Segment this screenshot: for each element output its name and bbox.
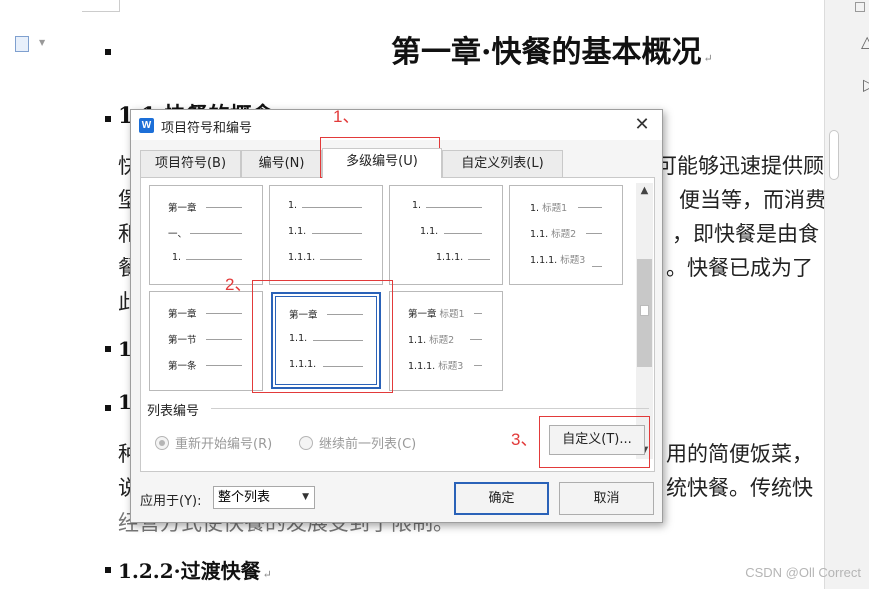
level-label: 1. 标题1 bbox=[530, 203, 568, 214]
level-label: 第一章 bbox=[168, 203, 197, 214]
wps-app-icon: W bbox=[139, 118, 154, 133]
level-line bbox=[578, 207, 602, 208]
apply-to-label: 应用于(Y): bbox=[140, 494, 202, 509]
level-label: 1. bbox=[172, 252, 182, 263]
annotation-box-style bbox=[252, 280, 393, 393]
para1-right-line: ，即快餐是由食 bbox=[672, 222, 819, 246]
level-label: 1.1.1. 标题3 bbox=[408, 361, 464, 372]
level-line bbox=[470, 339, 482, 340]
doc-outline-dropdown-icon[interactable]: ▼ bbox=[39, 38, 45, 47]
level-label: 1. bbox=[412, 200, 422, 211]
document-scrollbar-thumb[interactable] bbox=[829, 130, 839, 180]
bullet bbox=[105, 49, 111, 55]
level-line bbox=[592, 266, 602, 267]
level-label: 1.1. bbox=[420, 226, 439, 237]
level-label: 1.1. bbox=[288, 226, 307, 237]
page-corner bbox=[82, 0, 120, 12]
group-divider bbox=[211, 408, 649, 409]
multilevel-style-option[interactable]: 1. 标题1 1.1. 标题2 1.1.1. 标题3 bbox=[509, 185, 623, 285]
level-label: 1.1. 标题2 bbox=[408, 335, 455, 346]
triangle-tool-icon[interactable]: △ bbox=[861, 32, 869, 51]
level-label: 1.1. 标题2 bbox=[530, 229, 577, 240]
level-label: 1.1.1. bbox=[288, 252, 316, 263]
level-line bbox=[302, 207, 362, 208]
level-line bbox=[426, 207, 482, 208]
para1-right-line: 便当等，而消费 bbox=[679, 188, 826, 212]
scroll-up-icon[interactable]: ▲ bbox=[636, 183, 653, 199]
level-line bbox=[206, 365, 242, 366]
level-label: 1.1.1. bbox=[436, 252, 464, 263]
bullet bbox=[105, 116, 111, 122]
level-line bbox=[206, 313, 242, 314]
heading-1-2-2: 1.2.2·过渡快餐 ↵ bbox=[118, 559, 272, 583]
play-tool-icon[interactable]: ▷ bbox=[863, 75, 869, 94]
level-label: 一、 bbox=[168, 229, 188, 240]
scrollbar-thumb[interactable] bbox=[637, 259, 652, 367]
level-line bbox=[468, 259, 490, 260]
level-line bbox=[320, 259, 362, 260]
tab-multilevel[interactable]: 多级编号(U) bbox=[322, 148, 442, 178]
multilevel-style-option[interactable]: 1. 1.1. 1.1.1. bbox=[389, 185, 503, 285]
list-numbering-label: 列表编号 bbox=[147, 404, 200, 419]
level-line bbox=[186, 259, 242, 260]
level-label: 第一节 bbox=[168, 335, 197, 346]
side-tool-icon[interactable] bbox=[855, 2, 865, 12]
radio-continue-list[interactable]: 继续前一列表(C) bbox=[299, 433, 416, 452]
level-label: 第一章 标题1 bbox=[408, 309, 465, 320]
right-toolbar: △ ▷ bbox=[824, 0, 869, 589]
doc-outline-icon[interactable] bbox=[15, 36, 29, 52]
multilevel-style-option[interactable]: 第一章 第一节 第一条 bbox=[149, 291, 263, 391]
para2-right-line: 用的简便饭菜， bbox=[666, 442, 813, 466]
bullet bbox=[105, 346, 111, 352]
bullet bbox=[105, 405, 111, 411]
level-label: 第一章 bbox=[168, 309, 197, 320]
level-line bbox=[444, 233, 482, 234]
radio-restart-numbering[interactable]: 重新开始编号(R) bbox=[155, 433, 272, 452]
radio-icon[interactable] bbox=[299, 436, 313, 450]
bullet bbox=[105, 567, 111, 573]
level-label: 1.1.1. 标题3 bbox=[530, 255, 586, 266]
level-label: 1. bbox=[288, 200, 298, 211]
chevron-down-icon: ▼ bbox=[302, 492, 309, 502]
multilevel-style-option[interactable]: 第一章 标题1 1.1. 标题2 1.1.1. 标题3 bbox=[389, 291, 503, 391]
scrollbar-grip bbox=[640, 305, 649, 316]
close-button[interactable]: ✕ bbox=[630, 114, 654, 136]
annotation-step1: 1、 bbox=[333, 107, 360, 126]
level-line bbox=[474, 365, 482, 366]
annotation-box-customize bbox=[539, 416, 650, 468]
cancel-button[interactable]: 取消 bbox=[559, 482, 654, 515]
multilevel-style-option[interactable]: 1. 1.1. 1.1.1. bbox=[269, 185, 383, 285]
dialog-title: 项目符号和编号 bbox=[161, 121, 253, 136]
annotation-step3: 3、 bbox=[511, 430, 538, 449]
level-label: 第一条 bbox=[168, 361, 197, 372]
annotation-step2: 2、 bbox=[225, 275, 252, 294]
level-line bbox=[206, 339, 242, 340]
level-line bbox=[474, 313, 482, 314]
ok-button[interactable]: 确定 bbox=[454, 482, 549, 515]
level-line bbox=[206, 207, 242, 208]
level-line bbox=[586, 233, 602, 234]
para2-right-line: 统快餐。传统快 bbox=[666, 476, 813, 500]
tab-custom-list[interactable]: 自定义列表(L) bbox=[442, 150, 563, 178]
chapter-title: 第一章·快餐的基本概况 ↵ bbox=[391, 35, 713, 70]
apply-to-select[interactable]: 整个列表 ▼ bbox=[213, 486, 315, 509]
level-line bbox=[312, 233, 362, 234]
level-line bbox=[190, 233, 242, 234]
watermark: CSDN @Oll Correct bbox=[745, 565, 861, 580]
tab-bullets[interactable]: 项目符号(B) bbox=[140, 150, 241, 178]
tab-numbering[interactable]: 编号(N) bbox=[241, 150, 322, 178]
para1-right-line: 可能够迅速提供顾 bbox=[656, 154, 824, 178]
dialog-titlebar: W 项目符号和编号 ✕ bbox=[131, 110, 662, 140]
para1-right-line: 。快餐已成为了 bbox=[666, 256, 813, 280]
radio-icon[interactable] bbox=[155, 436, 169, 450]
